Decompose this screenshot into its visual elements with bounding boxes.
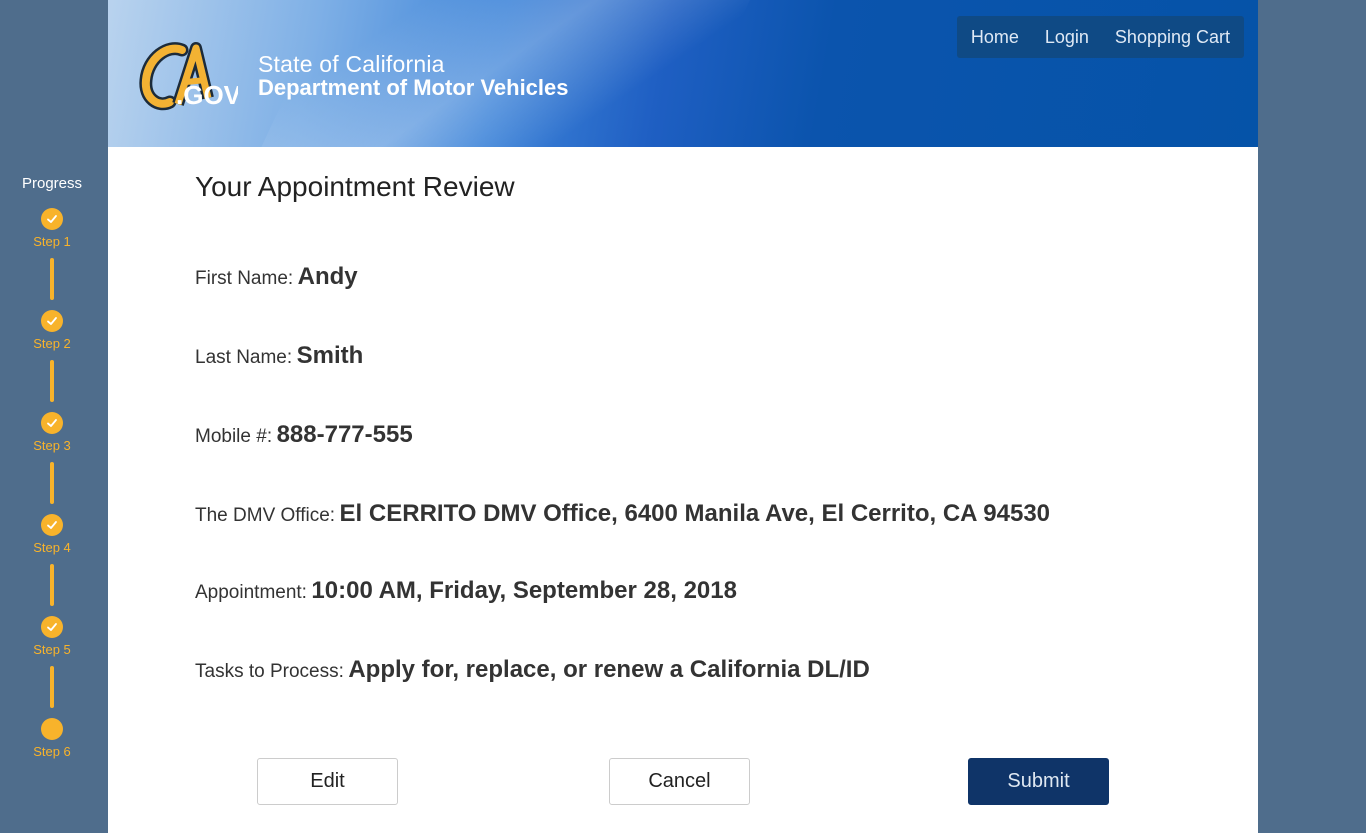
step-label: Step 2 [33, 336, 71, 351]
tasks-row: Tasks to Process: Apply for, replace, or… [195, 656, 870, 684]
top-navigation: Home Login Shopping Cart [956, 16, 1244, 58]
progress-step-4: Step 4 [0, 514, 104, 555]
check-icon [41, 514, 63, 536]
tasks-label: Tasks to Process: [195, 661, 344, 682]
progress-step-3: Step 3 [0, 412, 104, 453]
mobile-label: Mobile #: [195, 426, 273, 447]
progress-step-5: Step 5 [0, 616, 104, 657]
state-name: State of California [258, 51, 445, 77]
step-connector [50, 564, 54, 606]
page-title: Your Appointment Review [195, 171, 515, 202]
check-icon [41, 310, 63, 332]
page: Progress Step 1 Step 2 Step 3 Step 4 Ste… [0, 0, 1366, 833]
appointment-value: 10:00 AM, Friday, September 28, 2018 [311, 577, 737, 604]
step-label: Step 6 [33, 744, 71, 759]
first-name-value: Andy [297, 263, 358, 290]
step-label: Step 3 [33, 438, 71, 453]
step-connector [50, 360, 54, 402]
step-connector [50, 462, 54, 504]
last-name-row: Last Name: Smith [195, 342, 363, 370]
dmv-office-label: The DMV Office: [195, 505, 336, 526]
tasks-value: Apply for, replace, or renew a Californi… [348, 656, 870, 683]
nav-home[interactable]: Home [957, 27, 1019, 48]
progress-step-1: Step 1 [0, 208, 104, 249]
check-icon [41, 412, 63, 434]
appointment-label: Appointment: [195, 582, 307, 603]
step-connector [50, 666, 54, 708]
last-name-label: Last Name: [195, 347, 293, 368]
dmv-office-row: The DMV Office: El CERRITO DMV Office, 6… [195, 500, 1050, 528]
current-step-dot [41, 718, 63, 740]
site-header: .GOV State of California Department of M… [108, 0, 1258, 147]
mobile-row: Mobile #: 888-777-555 [195, 421, 413, 449]
progress-step-2: Step 2 [0, 310, 104, 351]
first-name-row: First Name: Andy [195, 263, 358, 291]
step-label: Step 1 [33, 234, 71, 249]
progress-step-6: Step 6 [0, 718, 104, 759]
ca-gov-logo[interactable]: .GOV [138, 36, 242, 116]
nav-login[interactable]: Login [1031, 27, 1089, 48]
first-name-label: First Name: [195, 268, 294, 289]
edit-button[interactable]: Edit [257, 758, 398, 805]
mobile-value: 888-777-555 [276, 421, 413, 448]
progress-title: Progress [21, 175, 83, 192]
review-content: Your Appointment Review [195, 147, 1195, 203]
nav-shopping-cart[interactable]: Shopping Cart [1101, 27, 1230, 48]
progress-sidebar: Progress Step 1 Step 2 Step 3 Step 4 Ste… [0, 0, 108, 833]
cancel-button[interactable]: Cancel [609, 758, 750, 805]
step-label: Step 5 [33, 642, 71, 657]
last-name-value: Smith [296, 342, 364, 369]
submit-button[interactable]: Submit [968, 758, 1109, 805]
step-connector [50, 258, 54, 300]
svg-text:.GOV: .GOV [176, 80, 238, 110]
step-label: Step 4 [33, 540, 71, 555]
department-name: Department of Motor Vehicles [258, 75, 569, 100]
check-icon [41, 208, 63, 230]
check-icon [41, 616, 63, 638]
main-panel: .GOV State of California Department of M… [108, 0, 1258, 833]
appointment-row: Appointment: 10:00 AM, Friday, September… [195, 577, 737, 605]
dmv-office-value: El CERRITO DMV Office, 6400 Manila Ave, … [339, 500, 1051, 527]
header-title: State of California Department of Motor … [258, 52, 569, 100]
